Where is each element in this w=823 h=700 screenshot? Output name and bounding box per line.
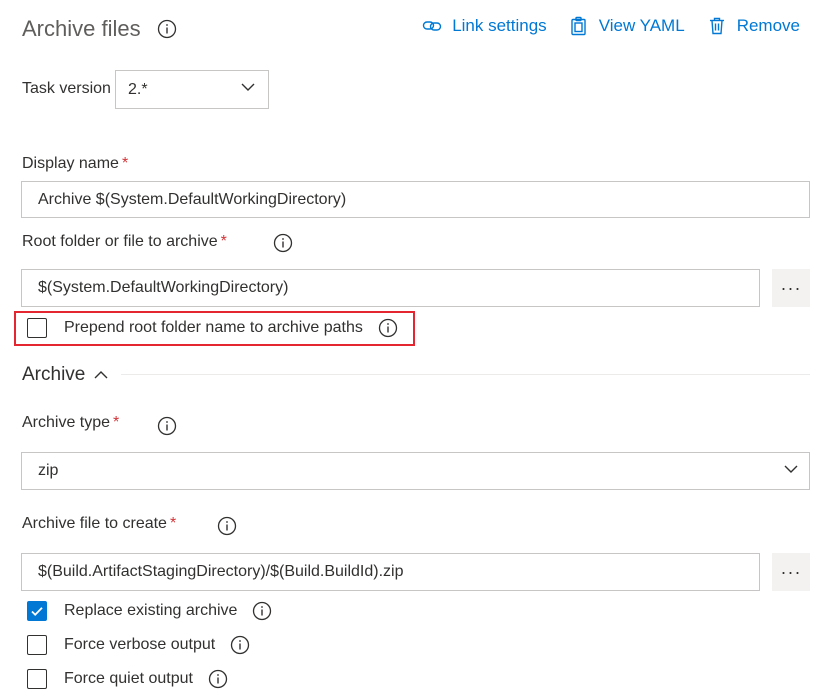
force-verbose-label: Force verbose output xyxy=(64,636,216,653)
link-settings-label: Link settings xyxy=(452,16,547,35)
section-divider xyxy=(121,374,810,375)
root-folder-browse-button[interactable]: ··· xyxy=(772,269,810,307)
force-quiet-option: Force quiet output xyxy=(27,669,228,689)
prepend-root-folder-label: Prepend root folder name to archive path… xyxy=(64,319,363,336)
force-quiet-label: Force quiet output xyxy=(64,670,193,687)
view-yaml-label: View YAML xyxy=(598,16,685,35)
info-icon[interactable] xyxy=(157,19,177,39)
required-marker: * xyxy=(169,515,177,532)
archive-file-input[interactable]: $(Build.ArtifactStagingDirectory)/$(Buil… xyxy=(21,553,760,591)
chevron-up-icon xyxy=(93,367,109,383)
chevron-down-icon xyxy=(783,461,799,482)
trash-icon xyxy=(707,16,727,36)
required-marker: * xyxy=(121,155,129,172)
replace-existing-label: Replace existing archive xyxy=(64,602,238,619)
display-name-input[interactable]: Archive $(System.DefaultWorkingDirectory… xyxy=(21,181,810,218)
archive-section-title: Archive xyxy=(22,364,86,385)
info-icon[interactable] xyxy=(208,669,228,689)
info-icon[interactable] xyxy=(157,416,177,436)
page-title: Archive files xyxy=(22,16,177,42)
force-verbose-checkbox[interactable] xyxy=(27,635,47,655)
replace-existing-checkbox[interactable] xyxy=(27,601,47,621)
display-name-value: Archive $(System.DefaultWorkingDirectory… xyxy=(38,190,347,208)
force-quiet-checkbox[interactable] xyxy=(27,669,47,689)
root-folder-label-text: Root folder or file to archive xyxy=(22,233,218,250)
archive-file-value: $(Build.ArtifactStagingDirectory)/$(Buil… xyxy=(38,563,404,580)
remove-label: Remove xyxy=(736,16,800,35)
info-icon[interactable] xyxy=(378,318,398,338)
prepend-root-folder-option: Prepend root folder name to archive path… xyxy=(27,318,398,338)
checkmark-icon xyxy=(31,607,43,616)
prepend-root-folder-checkbox[interactable] xyxy=(27,318,47,338)
remove-button[interactable]: Remove xyxy=(707,16,800,36)
clipboard-icon xyxy=(569,16,589,36)
task-version-label: Task version xyxy=(22,80,111,97)
chevron-down-icon xyxy=(240,79,256,100)
required-marker: * xyxy=(220,233,227,250)
required-marker: * xyxy=(113,414,120,431)
page-title-text: Archive files xyxy=(22,16,141,41)
info-icon[interactable] xyxy=(273,233,293,253)
root-folder-label: Root folder or file to archive * xyxy=(22,233,227,251)
archive-type-label: Archive type * xyxy=(22,414,119,432)
replace-existing-option: Replace existing archive xyxy=(27,601,272,621)
info-icon[interactable] xyxy=(230,635,250,655)
info-icon[interactable] xyxy=(252,601,272,621)
archive-type-label-text: Archive type xyxy=(22,414,111,431)
display-name-label-text: Display name xyxy=(22,155,119,172)
archive-file-label: Archive file to create * xyxy=(22,515,176,533)
force-verbose-option: Force verbose output xyxy=(27,635,250,655)
link-settings-button[interactable]: Link settings xyxy=(422,16,547,36)
link-icon xyxy=(422,16,442,36)
archive-file-browse-button[interactable]: ··· xyxy=(772,553,810,591)
root-folder-input[interactable]: $(System.DefaultWorkingDirectory) xyxy=(21,269,760,307)
archive-section-toggle[interactable]: Archive xyxy=(22,364,109,386)
info-icon[interactable] xyxy=(217,516,237,536)
root-folder-value: $(System.DefaultWorkingDirectory) xyxy=(38,279,289,296)
display-name-label: Display name * xyxy=(22,155,128,173)
header-actions: Link settings View YAML Remove xyxy=(422,16,800,36)
task-version-dropdown[interactable]: 2.* xyxy=(115,70,269,109)
task-version-value: 2.* xyxy=(128,80,148,98)
view-yaml-button[interactable]: View YAML xyxy=(569,16,685,36)
archive-file-label-text: Archive file to create xyxy=(22,515,167,532)
archive-type-dropdown[interactable]: zip xyxy=(21,452,810,490)
archive-type-value: zip xyxy=(38,462,59,479)
